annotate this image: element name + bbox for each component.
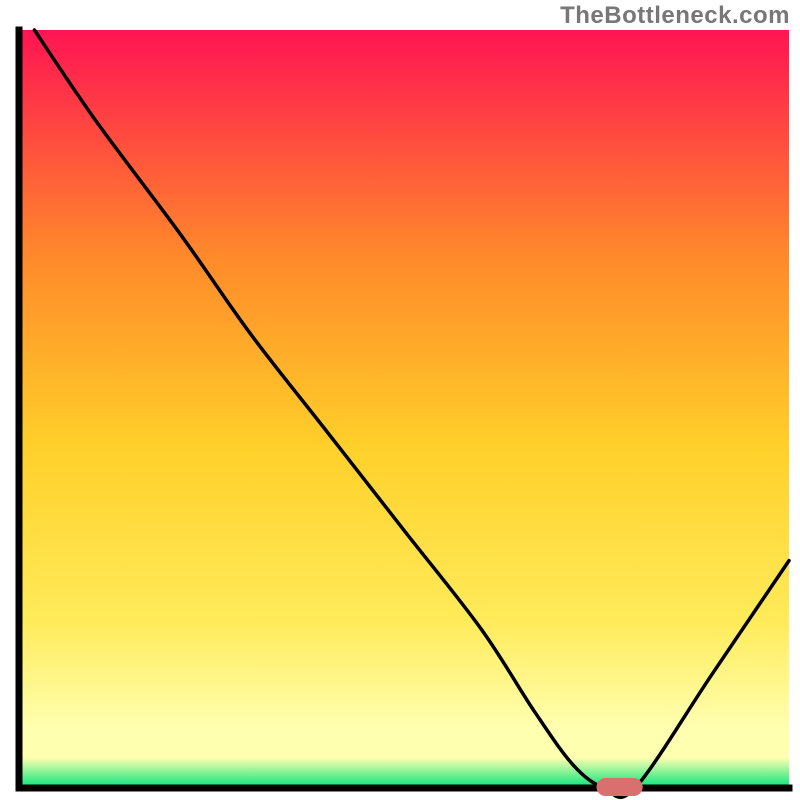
bottleneck-chart (0, 0, 800, 800)
chart-container: TheBottleneck.com (0, 0, 800, 800)
watermark-text: TheBottleneck.com (560, 2, 790, 30)
